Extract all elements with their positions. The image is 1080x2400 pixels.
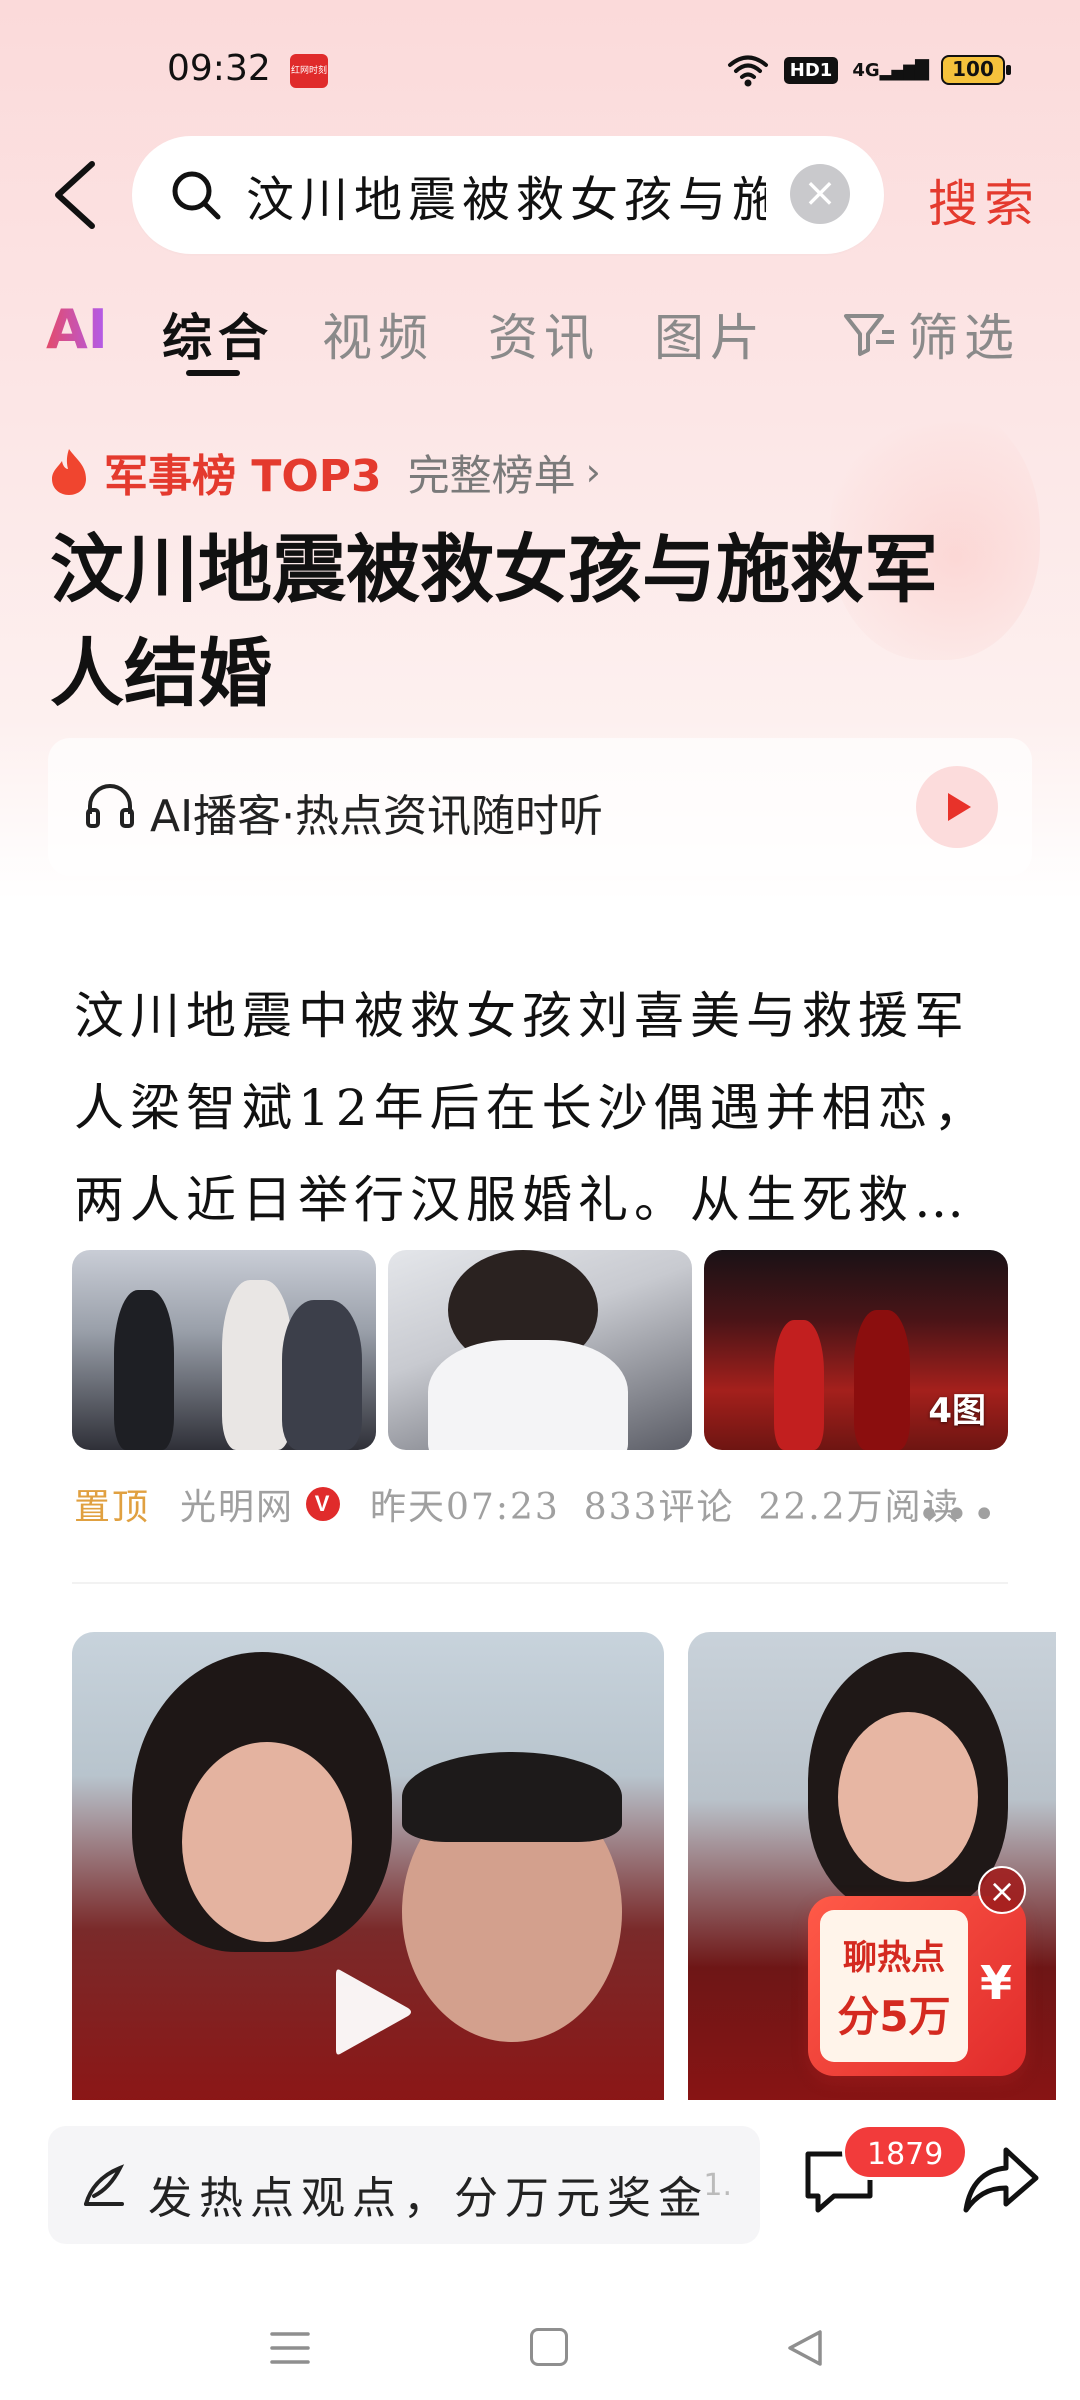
comment-placeholder: 发热点观点，分万元奖金 xyxy=(148,2173,709,2224)
category-tabs: AI 综合 视频 资讯 图片 筛选 xyxy=(0,290,1080,380)
divider xyxy=(72,1582,1008,1584)
full-ranking-link[interactable]: 完整榜单 xyxy=(408,442,576,503)
pinned-label: 置顶 xyxy=(74,1487,151,1528)
play-icon xyxy=(948,793,971,821)
nav-back-icon[interactable] xyxy=(784,2326,828,2370)
app-notification-icon: 红网时刻 xyxy=(290,54,328,88)
headphones-icon xyxy=(86,784,134,828)
search-icon xyxy=(172,171,221,220)
comment-count-badge: 1879 xyxy=(842,2124,969,2180)
more-options-icon[interactable]: ••• xyxy=(917,1492,1000,1538)
tab-video[interactable]: 视频 xyxy=(322,298,434,370)
tab-ai[interactable]: AI xyxy=(46,298,108,361)
video-thumbnail-1[interactable] xyxy=(72,1632,664,2112)
filter-label: 筛选 xyxy=(908,309,1020,367)
tab-images[interactable]: 图片 xyxy=(654,298,766,370)
search-button[interactable]: 搜索 xyxy=(928,164,1040,236)
menu-icon[interactable] xyxy=(270,2330,310,2366)
promo-card: 聊热点 分5万 xyxy=(820,1910,968,2062)
article-summary[interactable]: 汶川地震中被救女孩刘喜美与救援军人梁智斌12年后在长沙偶遇并相恋，两人近日举行汉… xyxy=(74,970,1004,1246)
pen-icon xyxy=(84,2164,125,2206)
yen-icon: ¥ xyxy=(979,1956,1012,2010)
page-headline: 汶川地震被救女孩与施救军人结婚 xyxy=(50,527,938,717)
article-image-2[interactable] xyxy=(388,1250,692,1450)
promo-close-icon[interactable]: × xyxy=(978,1866,1026,1914)
network-indicator: 4G▂▄▆█ xyxy=(852,59,929,81)
verified-icon: V xyxy=(306,1487,341,1521)
hot-topic-promo[interactable]: 聊热点 分5万 ¥ xyxy=(808,1896,1026,2076)
status-time: 09:32 xyxy=(167,48,271,89)
publish-time: 昨天07:23 xyxy=(370,1487,560,1528)
battery-icon: 100 xyxy=(941,55,1011,85)
comment-count: 833评论 xyxy=(583,1487,735,1528)
podcast-label: AI播客·热点资讯随时听 xyxy=(150,791,604,842)
article-image-3[interactable]: 4图 xyxy=(704,1250,1008,1450)
active-tab-indicator xyxy=(186,370,240,376)
article-image-1[interactable] xyxy=(72,1250,376,1450)
status-indicators: HD1 4G▂▄▆█ 100 xyxy=(726,52,1011,88)
tab-news[interactable]: 资讯 xyxy=(488,298,600,370)
source-name[interactable]: 光明网 xyxy=(180,1478,294,1530)
podcast-play-button[interactable] xyxy=(916,766,998,848)
image-count: 4图 xyxy=(928,1391,986,1431)
comment-input[interactable]: 发热点观点，分万元奖金 1. xyxy=(48,2126,760,2244)
article-thumbnails: 4图 xyxy=(72,1250,1008,1450)
tab-comprehensive[interactable]: 综合 xyxy=(162,298,274,370)
search-input[interactable]: 汶川地震被救女孩与施 × xyxy=(132,136,884,254)
back-arrow-icon[interactable] xyxy=(48,158,108,232)
hd-indicator: HD1 xyxy=(783,56,839,84)
comment-suffix: 1. xyxy=(703,2168,732,2203)
ranking-label: 军事榜 TOP3 xyxy=(104,451,382,502)
status-bar: 09:32 红网时刻 HD1 4G▂▄▆█ 100 xyxy=(0,0,1080,140)
promo-line-1: 聊热点 xyxy=(843,1938,945,1978)
video-play-icon xyxy=(336,1969,411,2055)
wifi-icon xyxy=(727,55,768,87)
flame-icon xyxy=(52,449,86,495)
chevron-right-icon: › xyxy=(585,450,601,494)
ai-podcast-bar[interactable]: AI播客·热点资讯随时听 xyxy=(48,738,1032,876)
promo-line-2: 分5万 xyxy=(837,1992,951,2041)
ranking-row[interactable]: 军事榜 TOP3 完整榜单 › xyxy=(48,440,601,504)
filter-icon xyxy=(844,314,894,356)
share-icon[interactable] xyxy=(962,2144,1040,2216)
home-icon[interactable] xyxy=(530,2328,568,2366)
clear-search-icon[interactable]: × xyxy=(790,164,850,224)
article-meta: 置顶 光明网 V 昨天07:23 833评论 22.2万阅读 xyxy=(74,1478,985,1530)
search-query[interactable]: 汶川地震被救女孩与施 xyxy=(246,160,766,230)
filter-button[interactable]: 筛选 xyxy=(842,298,1020,370)
